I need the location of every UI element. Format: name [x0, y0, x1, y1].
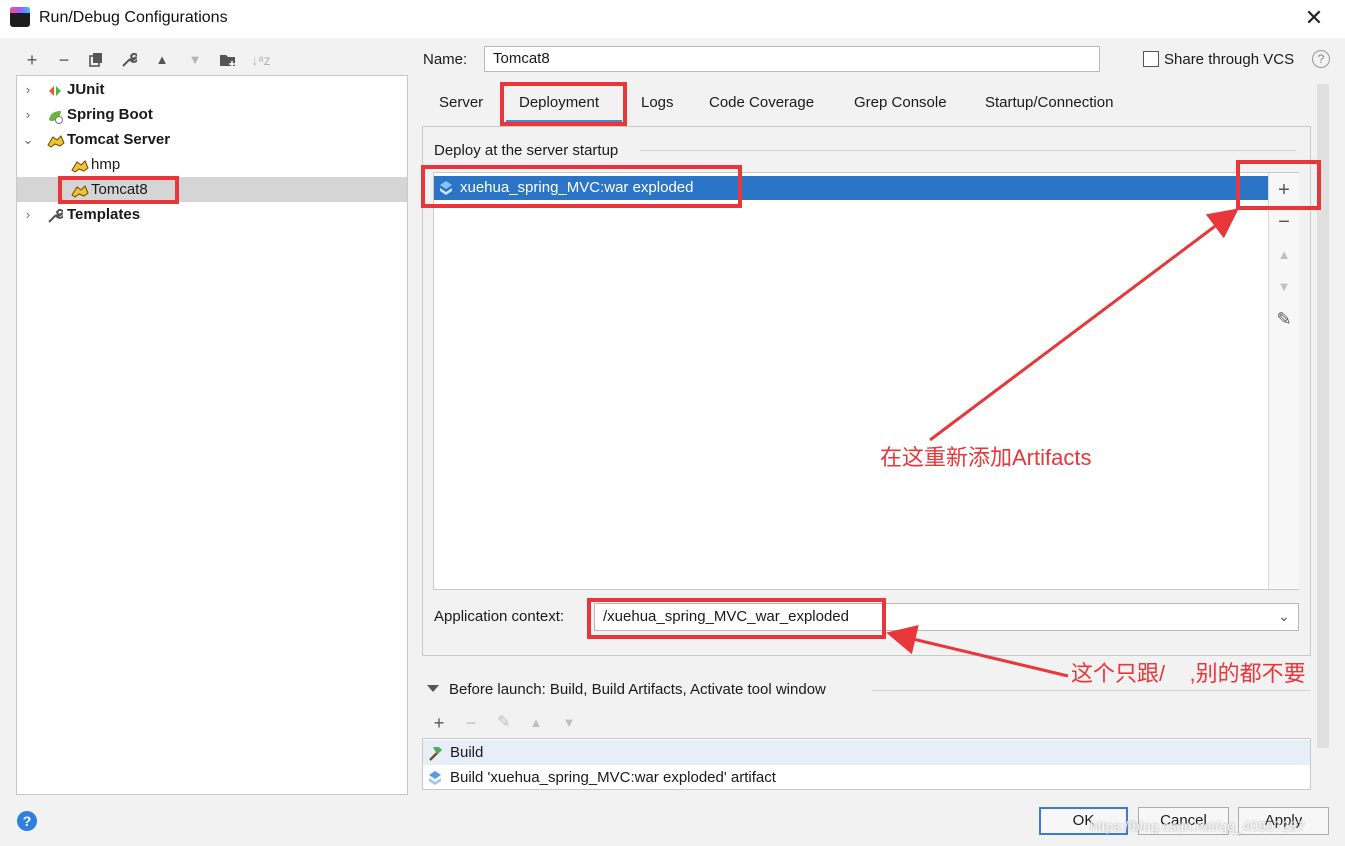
annotation-arrows — [886, 208, 1239, 678]
watermark: https://blog.csdn.net/qq_40907287 — [1090, 818, 1305, 834]
arrow-to-add-button — [929, 208, 1239, 442]
arrow-to-context — [886, 624, 1069, 678]
annotation-context: 这个只跟/ ,别的都不要 — [1071, 661, 1306, 686]
annotation-add-artifacts: 在这重新添加Artifacts — [880, 445, 1092, 470]
